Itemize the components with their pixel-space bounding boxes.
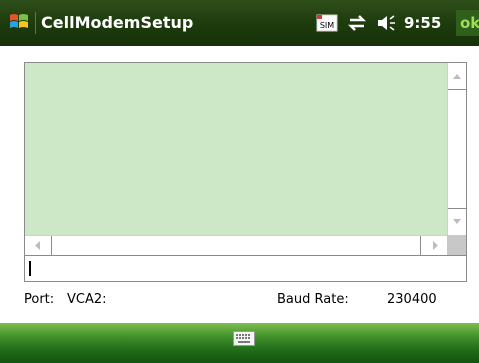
vertical-scrollbar[interactable]	[447, 63, 466, 235]
horizontal-scroll-track[interactable]	[51, 236, 421, 255]
output-text-area[interactable]	[24, 62, 467, 256]
vertical-scroll-track[interactable]	[448, 89, 466, 209]
port-label: Port:	[24, 292, 55, 307]
scroll-right-button[interactable]	[422, 236, 448, 255]
sim-icon[interactable]: SIM	[316, 14, 338, 32]
scrollbar-corner	[447, 235, 466, 255]
menu-bar	[0, 323, 479, 363]
connectivity-icon[interactable]	[346, 13, 368, 33]
command-input[interactable]	[24, 255, 467, 282]
scroll-down-button[interactable]	[448, 209, 466, 235]
baud-rate-label: Baud Rate:	[277, 292, 349, 307]
chevron-left-icon	[35, 241, 40, 250]
scroll-up-button[interactable]	[448, 63, 466, 89]
app-title: CellModemSetup	[41, 13, 194, 32]
horizontal-scrollbar[interactable]	[25, 235, 448, 255]
title-bar: CellModemSetup SIM 9:55 ok	[0, 0, 479, 46]
text-caret	[29, 261, 31, 276]
chevron-right-icon	[433, 241, 438, 250]
baud-rate-value: 230400	[387, 292, 437, 307]
scroll-left-button[interactable]	[25, 236, 51, 255]
clock[interactable]: 9:55	[404, 12, 441, 34]
volume-icon[interactable]	[375, 13, 397, 33]
ok-button[interactable]: ok	[456, 10, 479, 36]
title-separator	[35, 12, 36, 34]
svg-text:SIM: SIM	[320, 21, 334, 30]
chevron-up-icon	[453, 74, 461, 79]
port-value: VCA2:	[67, 292, 107, 307]
chevron-down-icon	[453, 219, 461, 224]
windows-start-flag-icon[interactable]	[8, 11, 30, 33]
keyboard-icon[interactable]	[233, 331, 255, 346]
